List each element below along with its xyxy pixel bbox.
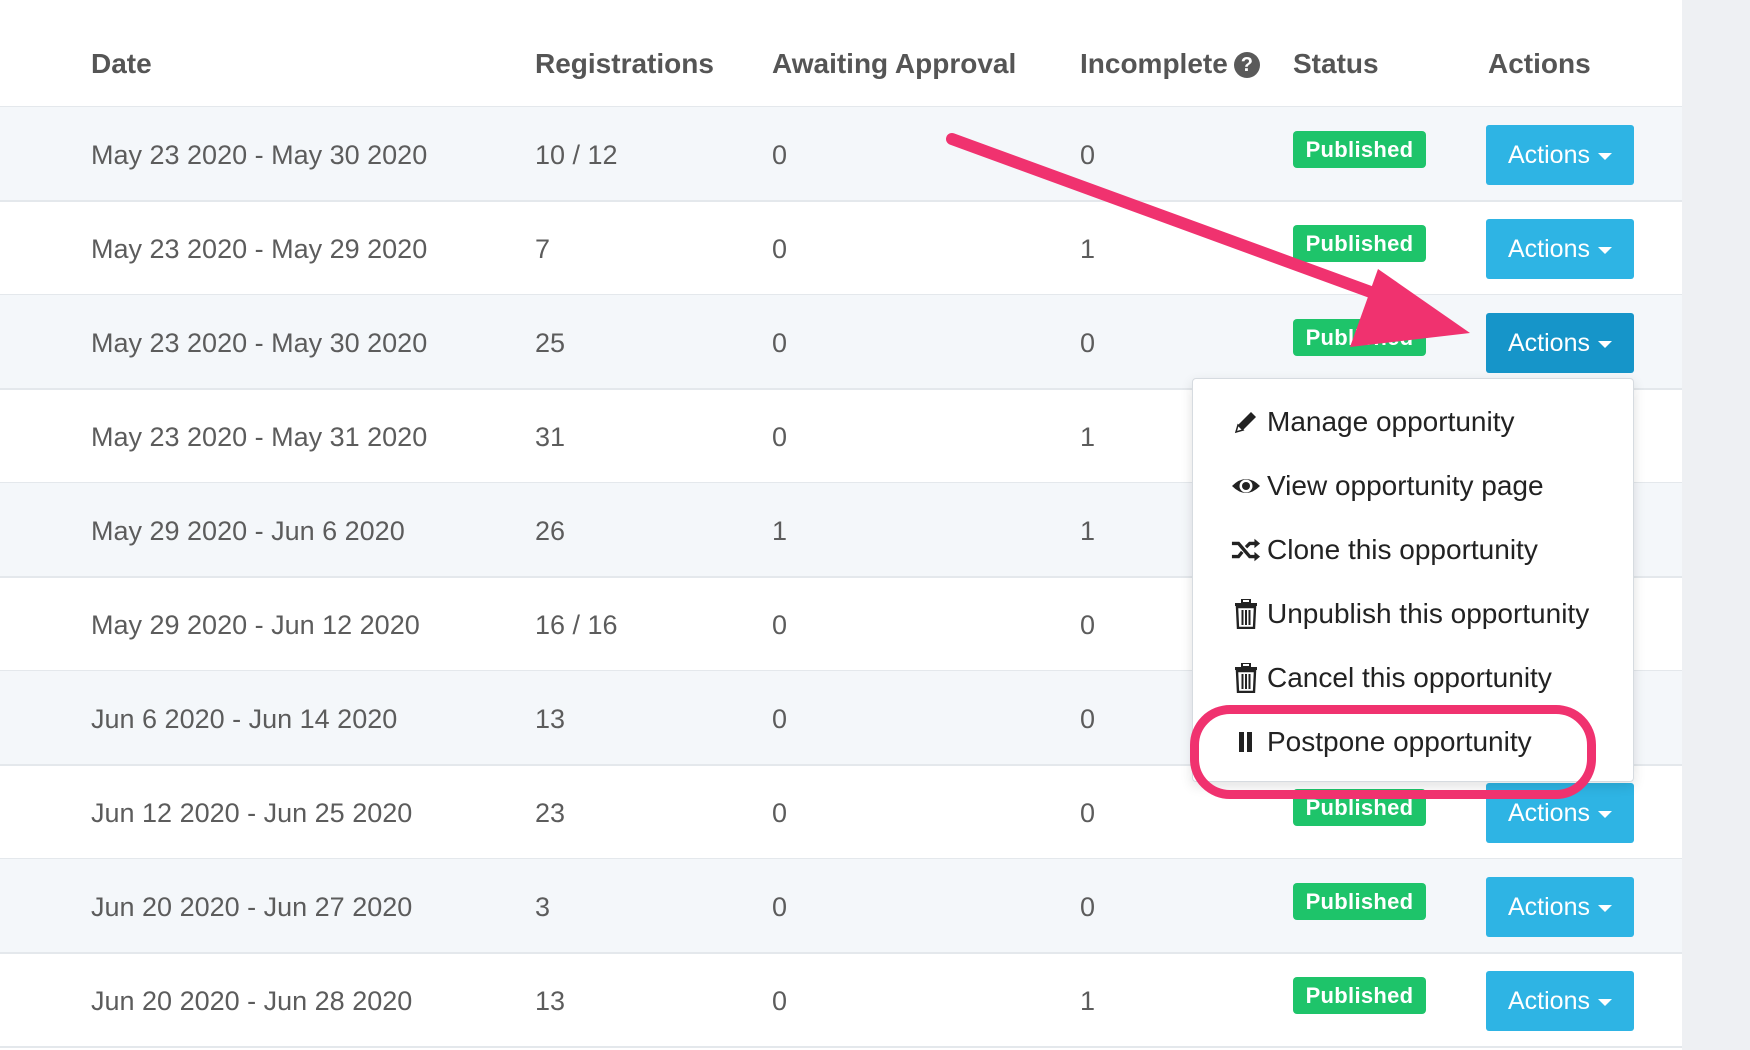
cell-awaiting-approval: 0 xyxy=(772,328,788,358)
cell-awaiting-approval: 0 xyxy=(772,234,788,264)
cell-date: May 23 2020 - May 30 2020 xyxy=(91,328,428,358)
actions-button-label: Actions xyxy=(1508,987,1590,1015)
help-icon[interactable]: ? xyxy=(1233,52,1260,78)
actions-button[interactable]: Actions xyxy=(1486,783,1634,843)
actions-button-label: Actions xyxy=(1508,799,1590,827)
cell-incomplete: 1 xyxy=(1080,422,1096,452)
cell-awaiting-approval: 1 xyxy=(772,516,788,546)
cell-registrations: 16 / 16 xyxy=(535,610,618,640)
status-badge: Published xyxy=(1293,883,1426,920)
menu-item-label: View opportunity page xyxy=(1267,470,1544,501)
scrollbar-gutter[interactable] xyxy=(1682,0,1750,1050)
cell-date: Jun 20 2020 - Jun 28 2020 xyxy=(91,986,413,1016)
cell-date: May 29 2020 - Jun 12 2020 xyxy=(91,610,420,640)
actions-button-label: Actions xyxy=(1508,141,1590,169)
actions-button[interactable]: Actions xyxy=(1486,313,1634,373)
actions-button[interactable]: Actions xyxy=(1486,219,1634,279)
status-badge: Published xyxy=(1293,225,1426,262)
column-header-date[interactable]: Date xyxy=(91,48,152,80)
cell-awaiting-approval: 0 xyxy=(772,610,788,640)
column-header-awaiting-approval[interactable]: Awaiting Approval xyxy=(772,48,1016,80)
actions-button[interactable]: Actions xyxy=(1486,877,1634,937)
menu-item-view-opportunity-page[interactable]: View opportunity page xyxy=(1231,464,1544,508)
cell-date: Jun 6 2020 - Jun 14 2020 xyxy=(91,704,398,734)
actions-button[interactable]: Actions xyxy=(1486,125,1634,185)
menu-item-label: Unpublish this opportunity xyxy=(1267,598,1590,629)
status-badge: Published xyxy=(1293,131,1426,168)
cell-awaiting-approval: 0 xyxy=(772,140,788,170)
shuffle-icon xyxy=(1231,535,1261,565)
eye-icon xyxy=(1231,471,1261,501)
actions-button-label: Actions xyxy=(1508,329,1590,357)
cell-registrations: 23 xyxy=(535,798,566,828)
cell-incomplete: 0 xyxy=(1080,328,1096,358)
menu-item-label: Postpone opportunity xyxy=(1267,726,1532,757)
cell-date: May 23 2020 - May 31 2020 xyxy=(91,422,428,452)
table-row: Jun 20 2020 - Jun 28 2020 13 0 1 Published Ac… xyxy=(0,953,1682,1048)
actions-button[interactable]: Actions xyxy=(1486,971,1634,1031)
table-row: Jun 20 2020 - Jun 27 2020 3 0 0 Published Act… xyxy=(0,859,1682,954)
cell-incomplete: 0 xyxy=(1080,704,1096,734)
cell-date: May 23 2020 - May 30 2020 xyxy=(91,140,428,170)
cell-date: May 23 2020 - May 29 2020 xyxy=(91,234,428,264)
cell-awaiting-approval: 0 xyxy=(772,704,788,734)
column-header-incomplete: Incomplete? xyxy=(1080,48,1260,80)
cell-incomplete: 1 xyxy=(1080,986,1096,1016)
cell-incomplete: 1 xyxy=(1080,516,1096,546)
table-row: May 23 2020 - May 30 2020 25 0 0 Published Ac… xyxy=(0,295,1682,390)
menu-item-cancel-opportunity[interactable]: Cancel this opportunity xyxy=(1231,656,1552,700)
menu-item-label: Cancel this opportunity xyxy=(1267,662,1552,693)
pencil-icon xyxy=(1231,407,1261,437)
trash-icon xyxy=(1231,599,1261,629)
table-row: May 23 2020 - May 29 2020 7 0 1 Published Act… xyxy=(0,201,1682,296)
actions-dropdown-menu: Manage opportunity View opportunity page… xyxy=(1192,378,1634,782)
caret-down-icon xyxy=(1597,152,1612,160)
status-badge: Published xyxy=(1293,789,1426,826)
menu-item-postpone-opportunity[interactable]: Postpone opportunity xyxy=(1231,720,1532,764)
cell-incomplete: 0 xyxy=(1080,892,1096,922)
column-header-incomplete-label[interactable]: Incomplete xyxy=(1080,48,1228,79)
status-badge: Published xyxy=(1293,319,1426,356)
menu-item-manage-opportunity[interactable]: Manage opportunity xyxy=(1231,400,1515,444)
cell-incomplete: 0 xyxy=(1080,798,1096,828)
cell-awaiting-approval: 0 xyxy=(772,422,788,452)
cell-awaiting-approval: 0 xyxy=(772,798,788,828)
table-header: Date Registrations Awaiting Approval Inc… xyxy=(0,0,1682,108)
cell-registrations: 3 xyxy=(535,892,551,922)
cell-registrations: 7 xyxy=(535,234,551,264)
menu-item-unpublish-opportunity[interactable]: Unpublish this opportunity xyxy=(1231,592,1589,636)
cell-incomplete: 0 xyxy=(1080,610,1096,640)
cell-registrations: 10 / 12 xyxy=(535,140,618,170)
cell-date: Jun 20 2020 - Jun 27 2020 xyxy=(91,892,413,922)
caret-down-icon xyxy=(1597,810,1612,818)
cell-incomplete: 1 xyxy=(1080,234,1096,264)
menu-item-label: Clone this opportunity xyxy=(1267,534,1538,565)
pause-icon xyxy=(1231,727,1261,757)
column-header-status[interactable]: Status xyxy=(1293,48,1379,80)
caret-down-icon xyxy=(1597,246,1612,254)
menu-item-label: Manage opportunity xyxy=(1267,406,1515,437)
caret-down-icon xyxy=(1597,340,1612,348)
column-header-registrations[interactable]: Registrations xyxy=(535,48,714,80)
cell-registrations: 26 xyxy=(535,516,566,546)
caret-down-icon xyxy=(1597,904,1612,912)
actions-button-label: Actions xyxy=(1508,235,1590,263)
cell-registrations: 13 xyxy=(535,986,566,1016)
cell-date: May 29 2020 - Jun 6 2020 xyxy=(91,516,405,546)
cell-date: Jun 12 2020 - Jun 25 2020 xyxy=(91,798,413,828)
trash-icon xyxy=(1231,663,1261,693)
column-header-actions: Actions xyxy=(1488,48,1591,79)
cell-registrations: 13 xyxy=(535,704,566,734)
actions-button-label: Actions xyxy=(1508,893,1590,921)
table-row: May 23 2020 - May 30 2020 10 / 12 0 0 Publis… xyxy=(0,107,1682,202)
cell-incomplete: 0 xyxy=(1080,140,1096,170)
caret-down-icon xyxy=(1597,998,1612,1006)
status-badge: Published xyxy=(1293,977,1426,1014)
cell-registrations: 31 xyxy=(535,422,566,452)
menu-item-clone-opportunity[interactable]: Clone this opportunity xyxy=(1231,528,1538,572)
cell-awaiting-approval: 0 xyxy=(772,892,788,922)
cell-registrations: 25 xyxy=(535,328,566,358)
cell-awaiting-approval: 0 xyxy=(772,986,788,1016)
